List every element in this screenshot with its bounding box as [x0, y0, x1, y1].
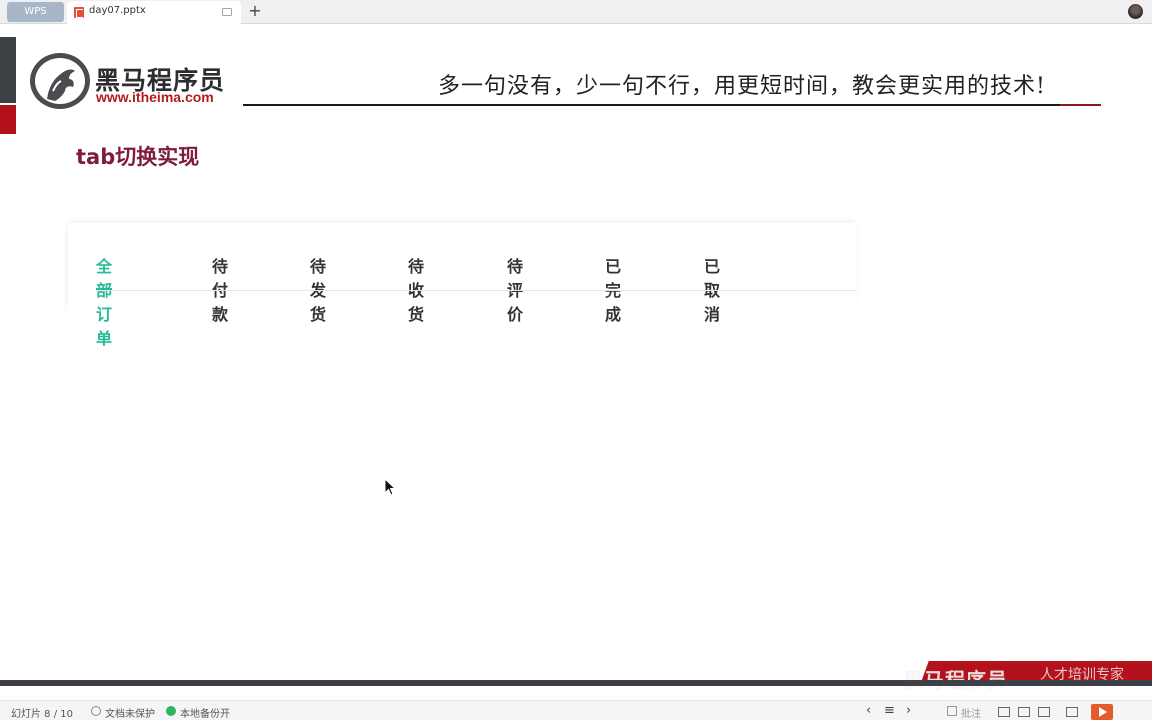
user-avatar[interactable] [1128, 4, 1143, 19]
share-icon[interactable] [1066, 707, 1078, 717]
comment-button[interactable]: 批注 [961, 705, 981, 720]
mouse-cursor-icon [384, 478, 396, 496]
tab-pending-review[interactable]: 待评价 [507, 253, 523, 324]
tab-pending-payment[interactable]: 待付款 [212, 253, 228, 324]
brand-url: www.itheima.com [96, 89, 214, 105]
tab-cancelled[interactable]: 已取消 [704, 253, 720, 324]
tab-all-orders[interactable]: 全部订单 [96, 253, 113, 348]
reading-view-icon[interactable] [1038, 707, 1050, 717]
backup-status-icon [166, 706, 176, 716]
doc-protection-status[interactable]: 文档未保护 [105, 705, 155, 720]
left-accent-red [0, 105, 16, 134]
new-tab-button[interactable]: + [247, 1, 263, 21]
tab-pending-shipment[interactable]: 待发货 [310, 253, 326, 324]
local-backup-status[interactable]: 本地备份开 [180, 705, 230, 720]
header-divider [243, 104, 1101, 106]
chevron-right-icon[interactable]: › [906, 703, 911, 718]
status-bar: 幻灯片 8 / 10 文档未保护 本地备份开 ‹ ≡ › 批注 [0, 700, 1152, 720]
tab-baseline [96, 290, 856, 291]
tab-completed[interactable]: 已完成 [605, 253, 621, 324]
wps-home-tab[interactable]: WPS [7, 2, 64, 22]
header-divider-accent [1060, 104, 1101, 106]
sorter-view-icon[interactable] [1018, 707, 1030, 717]
order-tab-panel: 全部订单 待付款 待发货 待收货 待评价 已完成 已取消 [68, 223, 856, 348]
play-icon[interactable] [1091, 704, 1113, 720]
shield-icon [91, 706, 101, 716]
header-slogan: 多一句没有，少一句不行，用更短时间，教会更实用的技术! [438, 74, 1046, 99]
left-accent-dark [0, 37, 16, 103]
chevron-left-icon[interactable]: ‹ [866, 703, 871, 718]
title-bar: WPS day07.pptx + [0, 0, 1152, 24]
slide-list-icon[interactable]: ≡ [884, 703, 895, 718]
pptx-file-icon [74, 7, 84, 18]
slide-counter: 幻灯片 8 / 10 [11, 709, 73, 720]
monitor-icon[interactable] [222, 8, 232, 16]
normal-view-icon[interactable] [998, 707, 1010, 717]
slide-title: tab切换实现 [76, 145, 200, 169]
watermark-brand: 黑马程序员 [903, 664, 1008, 693]
document-tab[interactable]: day07.pptx [67, 1, 241, 24]
tab-pending-receipt[interactable]: 待收货 [408, 253, 424, 324]
document-tab-label: day07.pptx [89, 5, 146, 16]
comment-icon [947, 706, 957, 716]
slide-canvas: 黑马程序员 www.itheima.com 多一句没有，少一句不行，用更短时间，… [0, 37, 1152, 692]
slide-bottom-bar [0, 680, 1152, 686]
horse-logo-icon [30, 53, 90, 109]
